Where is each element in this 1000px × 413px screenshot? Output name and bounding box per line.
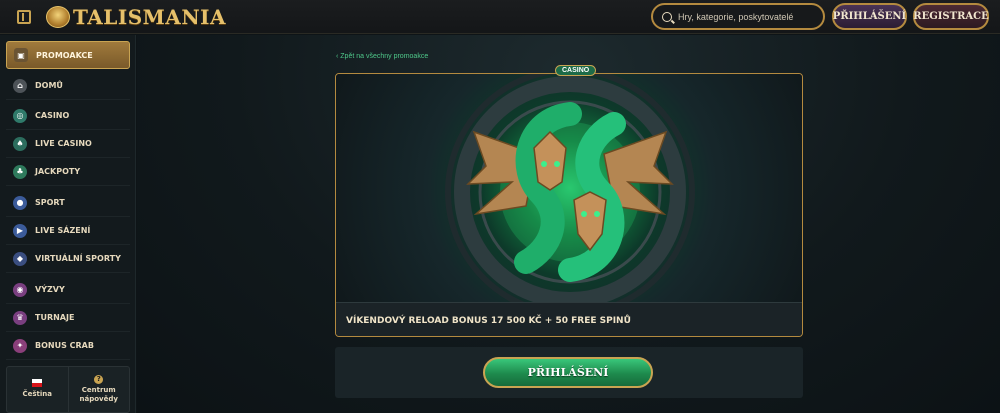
promo-card: VÍKENDOVÝ RELOAD BONUS 17 500 KČ + 50 FR… [335, 73, 803, 337]
register-button[interactable]: REGISTRACE [913, 3, 989, 30]
trophy-icon: ♛ [13, 310, 27, 325]
cta-panel: PŘIHLÁŠENÍ [335, 347, 803, 398]
sidebar-item-turnaje[interactable]: ♛ TURNAJE [6, 304, 130, 332]
help-label-line-1: Centrum [81, 385, 116, 394]
language-selector[interactable]: Čeština [7, 367, 68, 412]
sidebar-item-label: CASINO [35, 111, 70, 120]
search-input[interactable] [678, 11, 818, 22]
cta-login-button[interactable]: PŘIHLÁŠENÍ [483, 357, 653, 388]
sidebar-item-vyzvy[interactable]: ◉ VÝZVY [6, 276, 130, 304]
promo-title: VÍKENDOVÝ RELOAD BONUS 17 500 KČ + 50 FR… [336, 302, 802, 336]
help-icon: ? [94, 375, 104, 384]
czech-flag-icon [32, 379, 43, 388]
casino-chip-icon: ◎ [13, 108, 27, 123]
promo-artwork [445, 74, 695, 302]
sidebar-item-promoakce[interactable]: ▣ PROMOAKCE [6, 41, 130, 69]
spade-icon: ♠ [13, 136, 27, 151]
help-center-button[interactable]: ? Centrum nápovědy [67, 367, 130, 412]
sidebar-item-label: SPORT [35, 198, 65, 207]
sidebar-item-label: VÝZVY [35, 285, 65, 294]
football-icon: ● [13, 195, 27, 210]
sidebar-item-jackpoty[interactable]: ♣ JACKPOTY [6, 158, 130, 186]
clover-icon: ♣ [13, 164, 27, 179]
sidebar-item-domu[interactable]: ⌂ DOMŮ [6, 72, 130, 100]
brand-name: TALISMANIA [73, 5, 226, 29]
sidebar-item-sport[interactable]: ● SPORT [6, 189, 130, 217]
brand-logo[interactable]: TALISMANIA [46, 4, 226, 30]
language-label: Čeština [22, 390, 52, 399]
sidebar-item-label: TURNAJE [35, 313, 75, 322]
sidebar-item-label: DOMŮ [35, 81, 63, 90]
sidebar-item-virtualni-sporty[interactable]: ◆ VIRTUÁLNÍ SPORTY [6, 245, 130, 273]
search-box[interactable] [651, 3, 825, 30]
sidebar-item-casino[interactable]: ◎ CASINO [6, 102, 130, 130]
sidebar-item-label: VIRTUÁLNÍ SPORTY [35, 254, 121, 263]
menu-toggle-icon[interactable] [17, 10, 31, 24]
sidebar-item-label: LIVE CASINO [35, 139, 92, 148]
search-icon [662, 11, 672, 22]
back-to-promotions-link[interactable]: ‹ Zpět na všechny promoakce [336, 53, 428, 60]
gift-icon: ▣ [14, 48, 28, 62]
target-icon: ◉ [13, 282, 27, 297]
sidebar-item-live-sazeni[interactable]: ▶ LIVE SÁZENÍ [6, 217, 130, 245]
sidebar-item-bonus-crab[interactable]: ✦ BONUS CRAB [6, 332, 130, 360]
help-label-line-2: nápovědy [79, 395, 118, 403]
promo-image [336, 74, 802, 302]
home-icon: ⌂ [13, 78, 27, 93]
scarab-logo-icon [46, 6, 70, 28]
sidebar: ▣ PROMOAKCE ⌂ DOMŮ ◎ CASINO ♠ LIVE CASIN… [0, 35, 136, 413]
sidebar-item-label: BONUS CRAB [35, 341, 94, 350]
claw-icon: ✦ [13, 338, 27, 353]
top-header: TALISMANIA PŘIHLÁŠENÍ REGISTRACE [0, 0, 1000, 34]
category-badge: CASINO [555, 65, 597, 76]
login-button[interactable]: PŘIHLÁŠENÍ [832, 3, 907, 30]
play-icon: ▶ [13, 223, 27, 238]
sidebar-item-live-casino[interactable]: ♠ LIVE CASINO [6, 130, 130, 158]
sidebar-item-label: PROMOAKCE [36, 50, 93, 60]
sidebar-item-label: JACKPOTY [35, 167, 81, 176]
gamepad-icon: ◆ [13, 251, 27, 266]
sidebar-footer: Čeština ? Centrum nápovědy [6, 366, 130, 413]
sidebar-item-label: LIVE SÁZENÍ [35, 226, 91, 235]
back-link-label: Zpět na všechny promoakce [340, 53, 429, 60]
main-content: ‹ Zpět na všechny promoakce CASINO VÍKEN… [137, 35, 1000, 413]
